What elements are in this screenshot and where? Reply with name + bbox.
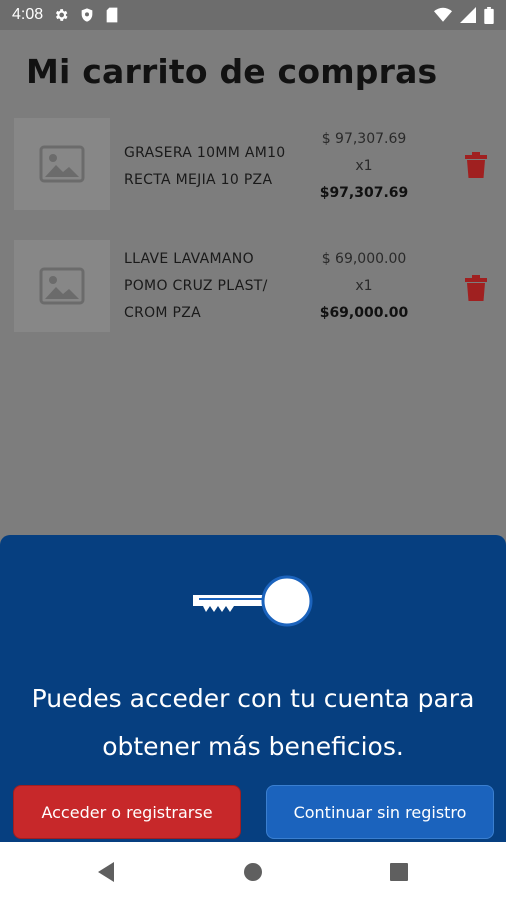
recents-icon [390, 863, 408, 881]
login-bottom-sheet: Puedes acceder con tu cuenta para obtene… [0, 535, 506, 872]
trash-icon [465, 152, 487, 178]
price-column: $ 97,307.69 x1 $97,307.69 [306, 126, 422, 207]
delete-item-button[interactable] [465, 275, 487, 301]
delete-item-button[interactable] [465, 152, 487, 178]
shield-icon [79, 7, 95, 23]
status-time: 4:08 [12, 6, 44, 23]
back-button[interactable] [94, 860, 118, 884]
navigation-bar [0, 842, 506, 900]
battery-icon [484, 6, 494, 24]
page-title: Mi carrito de compras [26, 52, 438, 91]
home-button[interactable] [241, 860, 265, 884]
sim-card-icon [105, 7, 119, 23]
product-name-line: GRASERA 10MM AM10 [124, 145, 286, 161]
product-name-line: RECTA MEJIA 10 PZA [124, 172, 273, 188]
line-total: $69,000.00 [319, 305, 409, 321]
login-register-button[interactable]: Acceder o registrarse [13, 785, 241, 839]
key-icon [191, 573, 315, 629]
signal-icon [460, 7, 476, 23]
cart-item[interactable]: GRASERA 10MM AM10 RECTA MEJIA 10 PZA $ 9… [0, 118, 506, 218]
status-left: 4:08 [12, 6, 119, 24]
cart-item[interactable]: LLAVE LAVAMANO POMO CRUZ PLAST/ CROM PZA… [0, 240, 506, 340]
back-icon [98, 862, 114, 882]
status-right [434, 6, 494, 24]
line-total: $97,307.69 [319, 185, 409, 201]
product-name: LLAVE LAVAMANO POMO CRUZ PLAST/ CROM PZA [124, 246, 304, 327]
unit-price: $ 97,307.69 [321, 131, 407, 147]
product-name-line: POMO CRUZ PLAST/ [124, 278, 268, 294]
status-bar: 4:08 [0, 0, 506, 30]
trash-icon [465, 275, 487, 301]
continue-without-registration-button[interactable]: Continuar sin registro [266, 785, 494, 839]
product-name-line: LLAVE LAVAMANO [124, 251, 254, 267]
quantity: x1 [355, 278, 373, 294]
image-placeholder-icon [39, 145, 85, 183]
recents-button[interactable] [387, 860, 411, 884]
gear-icon [53, 7, 69, 23]
image-placeholder-icon [39, 267, 85, 305]
unit-price: $ 69,000.00 [321, 251, 407, 267]
price-column: $ 69,000.00 x1 $69,000.00 [306, 246, 422, 327]
product-name: GRASERA 10MM AM10 RECTA MEJIA 10 PZA [124, 140, 304, 194]
login-message: Puedes acceder con tu cuenta para obtene… [31, 684, 475, 761]
quantity: x1 [355, 158, 373, 174]
product-thumbnail [14, 118, 110, 210]
wifi-icon [434, 7, 452, 23]
product-name-line: CROM PZA [124, 305, 202, 321]
cart-page: Mi carrito de compras GRASERA 10MM AM10 … [0, 30, 506, 872]
product-thumbnail [14, 240, 110, 332]
home-icon [244, 863, 262, 881]
